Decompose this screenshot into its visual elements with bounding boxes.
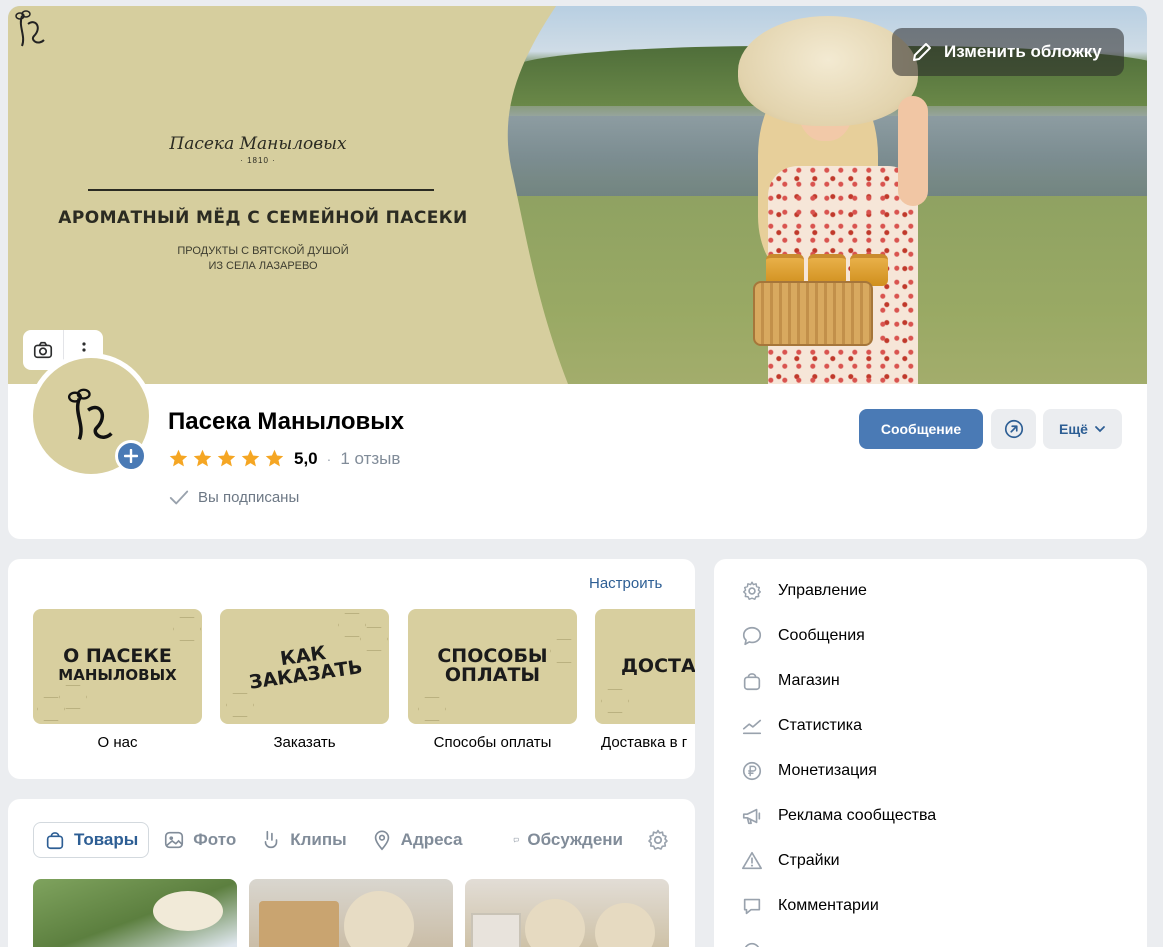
avatar-logo-icon xyxy=(67,388,113,440)
link-tile-about[interactable]: О ПАСЕКЕ МАНЫЛОВЫХ xyxy=(33,609,202,724)
stats-icon xyxy=(742,719,762,735)
community-header: Пасека Маныловых · 1810 · АРОМАТНЫЙ МЁД … xyxy=(8,6,1147,539)
link-tile-delivery-text: ДОСТА xyxy=(621,655,695,677)
share-arrow-icon xyxy=(1004,419,1023,439)
cover-brand-year: · 1810 · xyxy=(240,156,276,165)
tab-addresses[interactable]: Адреса xyxy=(361,822,473,858)
menu-item-statistics[interactable]: Статистика xyxy=(740,708,862,744)
tab-photo-label: Фото xyxy=(193,830,237,849)
message-button[interactable]: Сообщение xyxy=(859,409,983,449)
gear-icon xyxy=(743,581,761,600)
menu-item-label: Реклама сообщества xyxy=(778,807,937,824)
cover-brand-name: Пасека Маныловых xyxy=(169,134,347,154)
link-label-about[interactable]: О нас xyxy=(33,734,202,751)
tab-addresses-label: Адреса xyxy=(400,830,463,849)
menu-item-messages[interactable]: Сообщения xyxy=(740,618,865,654)
bag-icon xyxy=(46,832,64,850)
menu-item-monetization[interactable]: Монетизация xyxy=(740,753,877,789)
star-icon xyxy=(241,449,260,467)
menu-item-label: Управление xyxy=(778,582,867,599)
rating-separator: · xyxy=(326,450,332,467)
link-tile-order-text: КАК ЗАКАЗАТЬ xyxy=(247,642,364,694)
users-icon xyxy=(744,942,760,947)
shop-bag-icon xyxy=(743,673,761,691)
bee-logo-icon xyxy=(15,10,45,47)
cover-image: Пасека Маныловых · 1810 · АРОМАТНЫЙ МЁД … xyxy=(8,6,1147,384)
change-cover-label: Изменить обложку xyxy=(944,42,1102,61)
cover-subtitle: ПРОДУКТЫ С ВЯТСКОЙ ДУШОЙ ИЗ СЕЛА ЛАЗАРЕВ… xyxy=(128,244,398,274)
more-button[interactable]: Ещё xyxy=(1043,409,1122,449)
link-tile-delivery[interactable]: ДОСТА xyxy=(595,609,695,724)
links-block: Настроить О ПАСЕКЕ МАНЫЛОВЫХ О нас КАК ЗАК… xyxy=(8,559,695,779)
menu-item-label: Монетизация xyxy=(778,762,877,779)
star-icon xyxy=(193,449,212,467)
link-label-payment[interactable]: Способы оплаты xyxy=(408,734,577,751)
comment-icon xyxy=(743,898,761,915)
message-icon xyxy=(742,626,762,646)
menu-item-label: Сообщения xyxy=(778,627,865,644)
tab-goods[interactable]: Товары xyxy=(33,822,150,858)
change-cover-button[interactable]: Изменить обложку xyxy=(892,28,1124,76)
tab-photo[interactable]: Фото xyxy=(153,822,246,858)
link-tile-about-text: О ПАСЕКЕ МАНЫЛОВЫХ xyxy=(58,645,177,685)
link-label-order[interactable]: Заказать xyxy=(220,734,389,751)
menu-item-next[interactable] xyxy=(740,933,764,947)
menu-item-label: Статистика xyxy=(778,717,863,734)
configure-link[interactable]: Настроить xyxy=(589,575,662,592)
tab-clips[interactable]: Клипы xyxy=(250,822,356,858)
subscribed-status[interactable]: Вы подписаны xyxy=(168,486,299,508)
menu-item-ads[interactable]: Реклама сообщества xyxy=(740,798,936,834)
menu-item-label: Страйки xyxy=(778,852,840,869)
check-icon xyxy=(169,490,189,505)
cover-subtitle-line1: ПРОДУКТЫ С ВЯТСКОЙ ДУШОЙ xyxy=(177,245,349,257)
star-icon xyxy=(169,449,188,467)
megaphone-icon xyxy=(742,808,761,825)
tabs-settings-icon[interactable] xyxy=(646,828,670,852)
location-icon xyxy=(374,830,389,851)
tab-goods-label: Товары xyxy=(74,830,139,849)
star-icon xyxy=(217,449,236,467)
product-card[interactable] xyxy=(33,879,237,947)
more-label: Ещё xyxy=(1059,421,1088,437)
add-avatar-button[interactable] xyxy=(115,440,147,472)
product-card[interactable] xyxy=(249,879,453,947)
tab-discussions-label: Обсуждени xyxy=(527,830,623,849)
reviews-link[interactable]: 1 отзыв xyxy=(340,449,400,469)
warning-icon xyxy=(742,851,762,870)
pencil-icon xyxy=(913,43,931,61)
community-name: Пасека Маныловых xyxy=(168,408,405,435)
tab-discussions[interactable]: Обсуждени xyxy=(513,822,633,858)
menu-item-label: Магазин xyxy=(778,672,840,689)
plus-icon xyxy=(124,449,138,463)
cover-divider xyxy=(88,189,434,191)
camera-icon xyxy=(33,341,53,359)
rating[interactable]: 5,0 · 1 отзыв xyxy=(168,448,400,469)
tab-clips-label: Клипы xyxy=(290,830,347,849)
cover-headline: АРОМАТНЫЙ МЁД С СЕМЕЙНОЙ ПАСЕКИ xyxy=(58,208,468,228)
cover-subtitle-line2: ИЗ СЕЛА ЛАЗАРЕВО xyxy=(208,260,318,272)
ruble-icon xyxy=(742,761,762,781)
menu-item-label: Комментарии xyxy=(778,897,879,914)
link-tile-order[interactable]: КАК ЗАКАЗАТЬ xyxy=(220,609,389,724)
rating-value: 5,0 xyxy=(294,448,318,468)
share-button[interactable] xyxy=(991,409,1036,449)
admin-menu: Управление Сообщения Магазин Статистика … xyxy=(714,559,1147,947)
clips-icon xyxy=(264,830,278,849)
menu-item-comments[interactable]: Комментарии xyxy=(740,888,879,924)
discussion-icon xyxy=(513,837,519,843)
menu-item-strikes[interactable]: Страйки xyxy=(740,843,840,879)
menu-item-management[interactable]: Управление xyxy=(740,573,867,609)
star-icon xyxy=(265,449,284,467)
chevron-down-icon xyxy=(1095,426,1105,433)
link-tile-payment-text: СПОСОБЫ ОПЛАТЫ xyxy=(437,645,548,686)
subscribed-label: Вы подписаны xyxy=(198,488,300,506)
content-block: Товары Фото Клипы Адреса Обсуждени xyxy=(8,799,695,947)
photo-icon xyxy=(165,831,184,849)
menu-item-shop[interactable]: Магазин xyxy=(740,663,840,699)
link-tile-payment[interactable]: СПОСОБЫ ОПЛАТЫ xyxy=(408,609,577,724)
link-label-delivery[interactable]: Доставка в г xyxy=(595,734,695,751)
product-card[interactable] xyxy=(465,879,669,947)
